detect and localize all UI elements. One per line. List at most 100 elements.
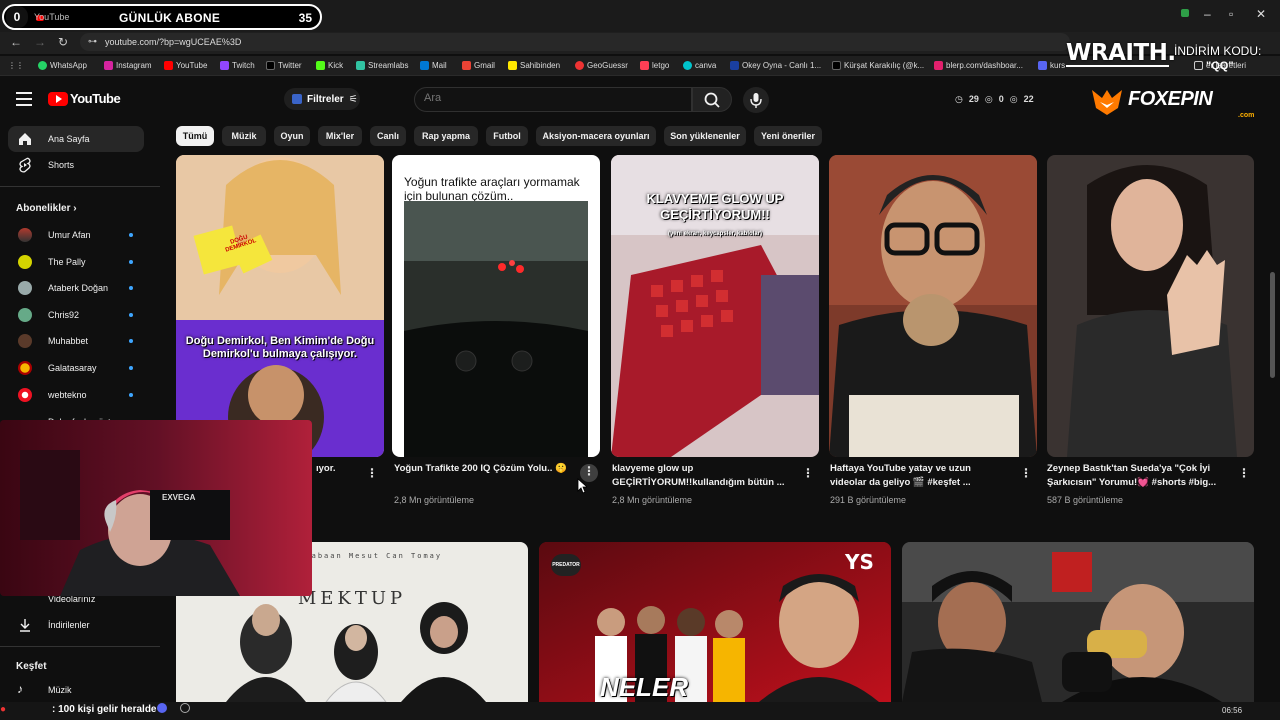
sidebar-channel-umur-afan[interactable]: Umur Afan <box>8 222 144 248</box>
search-input[interactable] <box>424 92 674 104</box>
short-thumbnail[interactable] <box>1047 155 1254 457</box>
bookmark-kurs[interactable]: kurs <box>1038 61 1065 70</box>
settings-icon[interactable] <box>180 703 190 713</box>
menu-icon[interactable] <box>16 92 32 106</box>
new-content-dot <box>129 366 133 370</box>
short-title[interactable]: ıyor. <box>316 462 336 476</box>
short-title[interactable]: Haftaya YouTube yatay ve uzun videolar d… <box>830 462 1010 490</box>
chip-football[interactable]: Futbol <box>486 126 528 146</box>
video-thumbnail-title: NELER OLUYOR? <box>599 672 689 702</box>
chip-rap[interactable]: Rap yapma <box>414 126 478 146</box>
sidebar-item-music[interactable]: ♪ Müzik <box>8 677 144 703</box>
bookmark-whatsapp[interactable]: WhatsApp <box>38 61 87 70</box>
twitch-icon <box>220 61 229 70</box>
short-views: 2,8 Mn görüntüleme <box>612 495 693 505</box>
chip-music[interactable]: Müzik <box>222 126 266 146</box>
forward-icon[interactable]: → <box>34 35 46 49</box>
short-thumbnail[interactable]: Doğu Demirkol, Ben Kimim'de Doğu Demirko… <box>176 155 384 457</box>
minimize-icon[interactable]: – <box>1204 7 1211 21</box>
bookmark-blerp[interactable]: blerp.com/dashboar... <box>934 61 1023 70</box>
chip-games[interactable]: Oyun <box>274 126 310 146</box>
sliders-icon: ⚟ <box>348 93 358 105</box>
short-thumbnail[interactable]: KLAVYEME GLOW UP GEÇİRTİYORUM!! (yeni ek… <box>611 155 819 457</box>
extension-icon[interactable] <box>1180 7 1190 21</box>
download-icon <box>20 619 30 632</box>
discount-code-value: "QQ" <box>1206 60 1234 72</box>
short-thumbnail[interactable]: Yoğun trafikte araçları yormamak için bu… <box>392 155 600 457</box>
avatar <box>18 228 32 242</box>
short-views: 291 B görüntüleme <box>830 495 907 505</box>
apps-icon[interactable]: ⋮⋮ <box>8 61 24 70</box>
foxepin-domain: .com <box>1238 112 1255 119</box>
short-title[interactable]: Zeynep Bastık'tan Sueda'ya "Çok İyi Şark… <box>1047 462 1229 490</box>
chip-live[interactable]: Canlı <box>370 126 406 146</box>
page-scrollbar[interactable] <box>1270 272 1275 378</box>
video-thumbnail[interactable]: PREDATOR YS NELER OLUYOR? <box>539 542 891 702</box>
chip-mixes[interactable]: Mix'ler <box>318 126 362 146</box>
sidebar-channel-chris92[interactable]: Chris92 <box>8 302 144 328</box>
bookmark-kick[interactable]: Kick <box>316 61 343 70</box>
short-thumbnail[interactable] <box>829 155 1037 457</box>
bookmark-sahibinden[interactable]: Sahibinden <box>508 61 560 70</box>
site-info-icon[interactable]: ⊶ <box>88 36 97 47</box>
youtube-logo-text[interactable]: YouTube <box>70 91 121 106</box>
chip-recently-uploaded[interactable]: Son yüklenenler <box>664 126 746 146</box>
letgo-icon <box>640 61 649 70</box>
extension-stats[interactable]: ◷ 29 ◎ 0 ◎ 22 <box>955 94 1034 105</box>
sidebar-channel-muhabbet[interactable]: Muhabbet <box>8 328 144 354</box>
discount-code-label: İNDİRİM KODU: <box>1174 44 1262 58</box>
maximize-icon[interactable]: ▫ <box>1229 7 1233 21</box>
bookmark-tiktok[interactable]: Kürşat Karakılıç (@k... <box>832 61 924 70</box>
close-icon[interactable]: ✕ <box>1256 7 1266 21</box>
more-options-icon[interactable]: ⋮ <box>1238 466 1250 480</box>
sidebar-channel-webtekno[interactable]: webtekno <box>8 382 144 408</box>
more-options-icon[interactable]: ⋮ <box>1020 466 1032 480</box>
bookmark-streamlabs[interactable]: Streamlabs <box>356 61 408 70</box>
bookmark-instagram[interactable]: Instagram <box>104 61 152 70</box>
bookmark-youtube[interactable]: YouTube <box>164 61 207 70</box>
short-title[interactable]: Yoğun Trafikte 200 IQ Çözüm Yolu.. 🤫 <box>394 462 570 476</box>
short-overlay-text: KLAVYEME GLOW UP GEÇİRTİYORUM!! <box>646 191 784 222</box>
short-title[interactable]: klavyeme glow up GEÇİRTİYORUM!!kullandığ… <box>612 462 794 490</box>
url-text[interactable]: youtube.com/?bp=wgUCEAE%3D <box>105 37 241 47</box>
search-button[interactable] <box>692 87 732 112</box>
filter-icon <box>292 94 302 104</box>
search-icon <box>704 92 720 108</box>
chip-action-adventure[interactable]: Aksiyon-macera oyunları <box>536 126 656 146</box>
bookmark-gmail[interactable]: Gmail <box>462 61 495 70</box>
channel-badge: YS <box>845 550 874 574</box>
bookmark-okey[interactable]: Okey Oyna - Canlı 1... <box>730 61 821 70</box>
bookmark-twitch[interactable]: Twitch <box>220 61 255 70</box>
short-overlay-text: Doğu Demirkol, Ben Kimim'de Doğu Demirko… <box>185 335 375 360</box>
wraith-underline <box>1066 65 1169 67</box>
sidebar-channel-ataberk-dogan[interactable]: Ataberk Doğan <box>8 275 144 301</box>
video-thumbnail[interactable] <box>902 542 1254 702</box>
more-options-icon[interactable]: ⋮ <box>802 466 814 480</box>
subscriptions-heading[interactable]: Abonelikler › <box>16 203 77 214</box>
browser-tab-label[interactable]: YouTube <box>34 12 69 22</box>
taskbar <box>0 702 1280 720</box>
chip-all[interactable]: Tümü <box>176 126 214 146</box>
webcam-feed-art <box>0 420 312 596</box>
filters-button[interactable]: Filtreler ⚟ <box>284 88 360 110</box>
discord-icon[interactable] <box>157 703 167 713</box>
bookmark-mail[interactable]: Mail <box>420 61 447 70</box>
chip-new-to-you[interactable]: Yeni öneriler <box>754 126 822 146</box>
reload-icon[interactable]: ↻ <box>58 35 68 49</box>
bookmark-twitter[interactable]: Twitter <box>266 61 302 70</box>
streamer-webcam: EXVEGA <box>0 420 312 596</box>
sidebar-item-shorts[interactable]: Shorts <box>8 152 144 178</box>
sidebar-item-downloads[interactable]: İndirilenler <box>8 612 144 638</box>
new-content-dot <box>129 286 133 290</box>
back-icon[interactable]: ← <box>10 35 22 49</box>
sidebar-channel-the-pally[interactable]: The Pally <box>8 249 144 275</box>
bookmark-letgo[interactable]: letgo <box>640 61 669 70</box>
bookmark-geoguessr[interactable]: GeoGuessr <box>575 61 628 70</box>
sidebar-item-home[interactable]: Ana Sayfa <box>8 126 144 152</box>
bookmark-canva[interactable]: canva <box>683 61 716 70</box>
short-thumbnail-art <box>176 155 384 457</box>
voice-search-button[interactable] <box>743 87 769 113</box>
more-options-icon[interactable]: ⋮ <box>366 466 378 480</box>
okey-icon <box>730 61 739 70</box>
sidebar-channel-galatasaray[interactable]: Galatasaray <box>8 355 144 381</box>
